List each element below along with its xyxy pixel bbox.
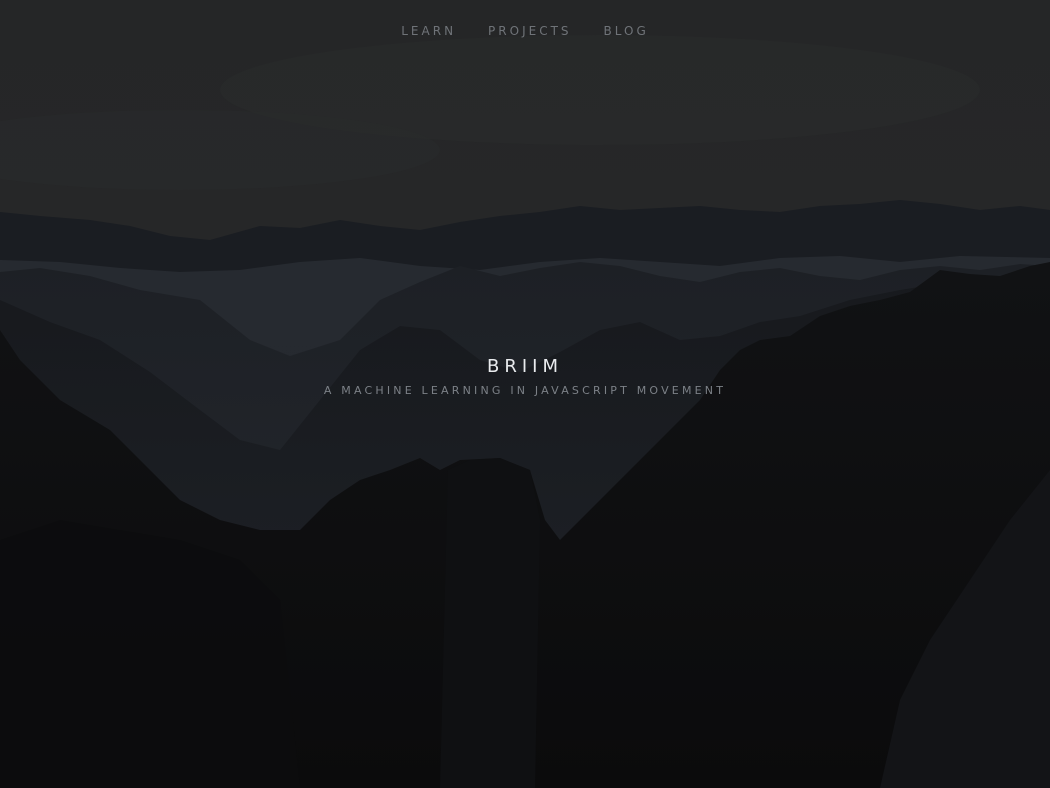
site-title: BRIIM <box>486 356 563 377</box>
site-tagline: A MACHINE LEARNING IN JAVASCRIPT MOVEMEN… <box>323 384 727 397</box>
nav-link-blog[interactable]: BLOG <box>604 22 649 40</box>
rock-pillar <box>440 458 540 788</box>
hero-branding: BRIIM A MACHINE LEARNING IN JAVASCRIPT M… <box>0 356 1050 397</box>
nav-link-learn[interactable]: LEARN <box>401 22 456 40</box>
top-navigation: LEARN PROJECTS BLOG <box>0 22 1050 40</box>
nav-link-projects[interactable]: PROJECTS <box>488 22 571 40</box>
landing-page: LEARN PROJECTS BLOG BRIIM A MACHINE LEAR… <box>0 0 1050 788</box>
